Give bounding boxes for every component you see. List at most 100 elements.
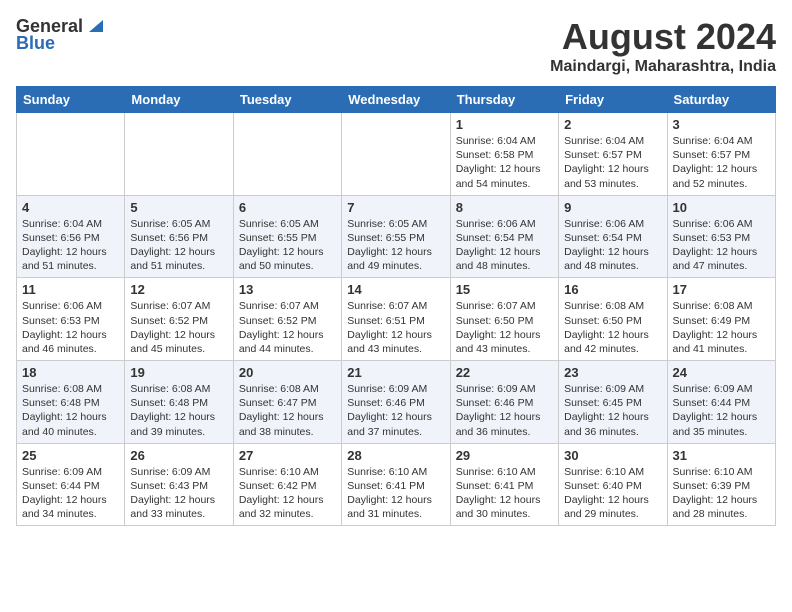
cell-info: Sunrise: 6:07 AM Sunset: 6:50 PM Dayligh… xyxy=(456,299,553,356)
weekday-header: Thursday xyxy=(450,87,558,113)
calendar-cell: 15Sunrise: 6:07 AM Sunset: 6:50 PM Dayli… xyxy=(450,278,558,361)
day-number: 29 xyxy=(456,448,553,463)
calendar-cell: 4 Sunrise: 6:04 AM Sunset: 6:56 PM Daylig… xyxy=(17,195,125,278)
day-number: 10 xyxy=(673,200,770,215)
weekday-header: Monday xyxy=(125,87,233,113)
cell-info: Sunrise: 6:05 AM Sunset: 6:55 PM Dayligh… xyxy=(347,217,444,274)
day-number: 30 xyxy=(564,448,661,463)
calendar-week-row: 11 Sunrise: 6:06 AM Sunset: 6:53 PM Dayli… xyxy=(17,278,776,361)
cell-info: Sunrise: 6:10 AM Sunset: 6:40 PM Dayligh… xyxy=(564,465,661,522)
calendar-cell: 11 Sunrise: 6:06 AM Sunset: 6:53 PM Dayli… xyxy=(17,278,125,361)
day-number: 23 xyxy=(564,365,661,380)
calendar-cell: 1 Sunrise: 6:04 AM Sunset: 6:58 PM Daylig… xyxy=(450,113,558,196)
day-number: 28 xyxy=(347,448,444,463)
cell-info: Sunrise: 6:06 AM Sunset: 6:54 PM Dayligh… xyxy=(564,217,661,274)
cell-info: Sunrise: 6:05 AM Sunset: 6:56 PM Dayligh… xyxy=(130,217,227,274)
cell-info: Sunrise: 6:04 AM Sunset: 6:57 PM Dayligh… xyxy=(673,134,770,191)
calendar-cell: 12 Sunrise: 6:07 AM Sunset: 6:52 PM Dayli… xyxy=(125,278,233,361)
calendar-cell: 29 Sunrise: 6:10 AM Sunset: 6:41 PM Dayli… xyxy=(450,443,558,526)
day-number: 9 xyxy=(564,200,661,215)
day-number: 8 xyxy=(456,200,553,215)
day-number: 14 xyxy=(347,282,444,297)
cell-info: Sunrise: 6:09 AM Sunset: 6:46 PM Dayligh… xyxy=(347,382,444,439)
day-number: 25 xyxy=(22,448,119,463)
calendar-cell xyxy=(233,113,341,196)
location: Maindargi, Maharashtra, India xyxy=(550,58,776,76)
day-number: 19 xyxy=(130,365,227,380)
cell-info: Sunrise: 6:10 AM Sunset: 6:42 PM Dayligh… xyxy=(239,465,336,522)
calendar-header-row: SundayMondayTuesdayWednesdayThursdayFrid… xyxy=(17,87,776,113)
day-number: 26 xyxy=(130,448,227,463)
cell-info: Sunrise: 6:07 AM Sunset: 6:51 PM Dayligh… xyxy=(347,299,444,356)
calendar-cell: 3 Sunrise: 6:04 AM Sunset: 6:57 PM Daylig… xyxy=(667,113,775,196)
cell-info: Sunrise: 6:08 AM Sunset: 6:50 PM Dayligh… xyxy=(564,299,661,356)
calendar: SundayMondayTuesdayWednesdayThursdayFrid… xyxy=(16,86,776,526)
day-number: 20 xyxy=(239,365,336,380)
calendar-cell: 31 Sunrise: 6:10 AM Sunset: 6:39 PM Dayli… xyxy=(667,443,775,526)
header: General Blue August 2024 Maindargi, Maha… xyxy=(16,16,776,76)
logo: General Blue xyxy=(16,16,103,54)
cell-info: Sunrise: 6:07 AM Sunset: 6:52 PM Dayligh… xyxy=(239,299,336,356)
day-number: 18 xyxy=(22,365,119,380)
day-number: 7 xyxy=(347,200,444,215)
calendar-cell: 18 Sunrise: 6:08 AM Sunset: 6:48 PM Dayli… xyxy=(17,361,125,444)
calendar-cell: 10 Sunrise: 6:06 AM Sunset: 6:53 PM Dayli… xyxy=(667,195,775,278)
calendar-cell xyxy=(342,113,450,196)
cell-info: Sunrise: 6:09 AM Sunset: 6:43 PM Dayligh… xyxy=(130,465,227,522)
calendar-cell: 21 Sunrise: 6:09 AM Sunset: 6:46 PM Dayli… xyxy=(342,361,450,444)
calendar-cell xyxy=(125,113,233,196)
day-number: 1 xyxy=(456,117,553,132)
day-number: 27 xyxy=(239,448,336,463)
calendar-week-row: 1 Sunrise: 6:04 AM Sunset: 6:58 PM Daylig… xyxy=(17,113,776,196)
day-number: 5 xyxy=(130,200,227,215)
calendar-cell: 16 Sunrise: 6:08 AM Sunset: 6:50 PM Dayli… xyxy=(559,278,667,361)
cell-info: Sunrise: 6:08 AM Sunset: 6:48 PM Dayligh… xyxy=(130,382,227,439)
day-number: 3 xyxy=(673,117,770,132)
calendar-cell: 6 Sunrise: 6:05 AM Sunset: 6:55 PM Daylig… xyxy=(233,195,341,278)
cell-info: Sunrise: 6:08 AM Sunset: 6:48 PM Dayligh… xyxy=(22,382,119,439)
day-number: 21 xyxy=(347,365,444,380)
cell-info: Sunrise: 6:09 AM Sunset: 6:46 PM Dayligh… xyxy=(456,382,553,439)
weekday-header: Wednesday xyxy=(342,87,450,113)
calendar-cell: 17Sunrise: 6:08 AM Sunset: 6:49 PM Dayli… xyxy=(667,278,775,361)
day-number: 12 xyxy=(130,282,227,297)
cell-info: Sunrise: 6:10 AM Sunset: 6:41 PM Dayligh… xyxy=(347,465,444,522)
calendar-cell: 5 Sunrise: 6:05 AM Sunset: 6:56 PM Daylig… xyxy=(125,195,233,278)
day-number: 22 xyxy=(456,365,553,380)
calendar-cell: 13 Sunrise: 6:07 AM Sunset: 6:52 PM Dayli… xyxy=(233,278,341,361)
calendar-cell: 19 Sunrise: 6:08 AM Sunset: 6:48 PM Dayli… xyxy=(125,361,233,444)
day-number: 31 xyxy=(673,448,770,463)
day-number: 17 xyxy=(673,282,770,297)
calendar-cell: 9 Sunrise: 6:06 AM Sunset: 6:54 PM Daylig… xyxy=(559,195,667,278)
cell-info: Sunrise: 6:10 AM Sunset: 6:39 PM Dayligh… xyxy=(673,465,770,522)
calendar-cell: 14 Sunrise: 6:07 AM Sunset: 6:51 PM Dayli… xyxy=(342,278,450,361)
calendar-cell: 23 Sunrise: 6:09 AM Sunset: 6:45 PM Dayli… xyxy=(559,361,667,444)
calendar-cell: 28 Sunrise: 6:10 AM Sunset: 6:41 PM Dayli… xyxy=(342,443,450,526)
cell-info: Sunrise: 6:06 AM Sunset: 6:53 PM Dayligh… xyxy=(22,299,119,356)
weekday-header: Saturday xyxy=(667,87,775,113)
day-number: 6 xyxy=(239,200,336,215)
weekday-header: Friday xyxy=(559,87,667,113)
calendar-cell: 24Sunrise: 6:09 AM Sunset: 6:44 PM Dayli… xyxy=(667,361,775,444)
cell-info: Sunrise: 6:05 AM Sunset: 6:55 PM Dayligh… xyxy=(239,217,336,274)
cell-info: Sunrise: 6:09 AM Sunset: 6:45 PM Dayligh… xyxy=(564,382,661,439)
cell-info: Sunrise: 6:06 AM Sunset: 6:53 PM Dayligh… xyxy=(673,217,770,274)
cell-info: Sunrise: 6:10 AM Sunset: 6:41 PM Dayligh… xyxy=(456,465,553,522)
cell-info: Sunrise: 6:07 AM Sunset: 6:52 PM Dayligh… xyxy=(130,299,227,356)
calendar-cell: 22 Sunrise: 6:09 AM Sunset: 6:46 PM Dayli… xyxy=(450,361,558,444)
day-number: 13 xyxy=(239,282,336,297)
cell-info: Sunrise: 6:09 AM Sunset: 6:44 PM Dayligh… xyxy=(673,382,770,439)
calendar-week-row: 4 Sunrise: 6:04 AM Sunset: 6:56 PM Daylig… xyxy=(17,195,776,278)
day-number: 4 xyxy=(22,200,119,215)
weekday-header: Tuesday xyxy=(233,87,341,113)
cell-info: Sunrise: 6:04 AM Sunset: 6:56 PM Dayligh… xyxy=(22,217,119,274)
calendar-cell: 2Sunrise: 6:04 AM Sunset: 6:57 PM Daylig… xyxy=(559,113,667,196)
calendar-cell: 8Sunrise: 6:06 AM Sunset: 6:54 PM Daylig… xyxy=(450,195,558,278)
logo-blue: Blue xyxy=(16,33,55,54)
calendar-week-row: 18 Sunrise: 6:08 AM Sunset: 6:48 PM Dayli… xyxy=(17,361,776,444)
day-number: 16 xyxy=(564,282,661,297)
day-number: 11 xyxy=(22,282,119,297)
calendar-cell: 7 Sunrise: 6:05 AM Sunset: 6:55 PM Daylig… xyxy=(342,195,450,278)
calendar-cell: 27 Sunrise: 6:10 AM Sunset: 6:42 PM Dayli… xyxy=(233,443,341,526)
cell-info: Sunrise: 6:04 AM Sunset: 6:58 PM Dayligh… xyxy=(456,134,553,191)
